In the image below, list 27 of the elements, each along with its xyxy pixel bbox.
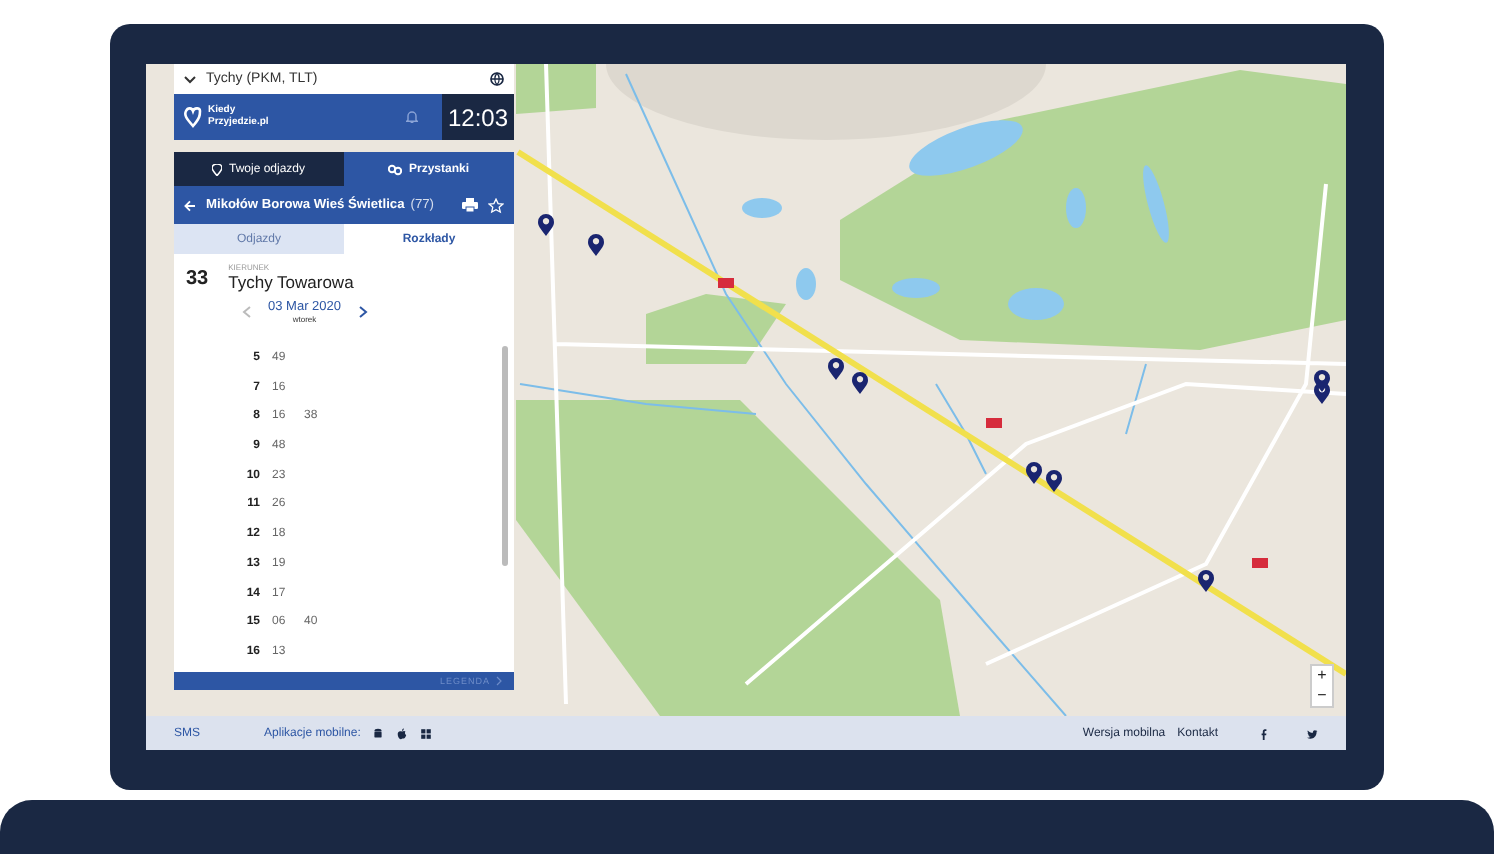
chevron-down-icon [184,75,196,83]
star-icon[interactable] [488,197,504,213]
globe-icon[interactable] [490,72,504,86]
back-arrow-icon[interactable] [184,199,196,211]
map-pin-icon[interactable] [1198,570,1214,592]
pin-icon [212,163,223,175]
double-pin-icon [388,163,403,175]
map-pin-icon[interactable] [1026,462,1042,484]
apple-icon[interactable] [396,727,409,739]
map-pin-icon[interactable] [1046,470,1062,492]
clock: 12:03 [442,94,514,140]
chevron-right-icon[interactable] [357,306,367,318]
direction-name: Tychy Towarowa [228,272,354,292]
print-icon[interactable] [462,198,478,212]
windows-icon[interactable] [420,727,433,739]
line-number: 33 [186,268,209,292]
map-pin-icon[interactable] [852,372,868,394]
map-pin-icon[interactable] [828,358,844,380]
chevron-right-icon [496,676,502,686]
scrollbar[interactable] [502,346,508,566]
heart-pin-logo-icon [184,106,202,128]
facebook-icon[interactable] [1258,727,1270,739]
map-pin-icon[interactable] [538,214,554,236]
map-pin-icon[interactable] [588,234,604,256]
map-pin-icon[interactable] [1314,382,1330,404]
bell-icon[interactable] [406,110,418,124]
twitter-icon[interactable] [1306,727,1318,739]
